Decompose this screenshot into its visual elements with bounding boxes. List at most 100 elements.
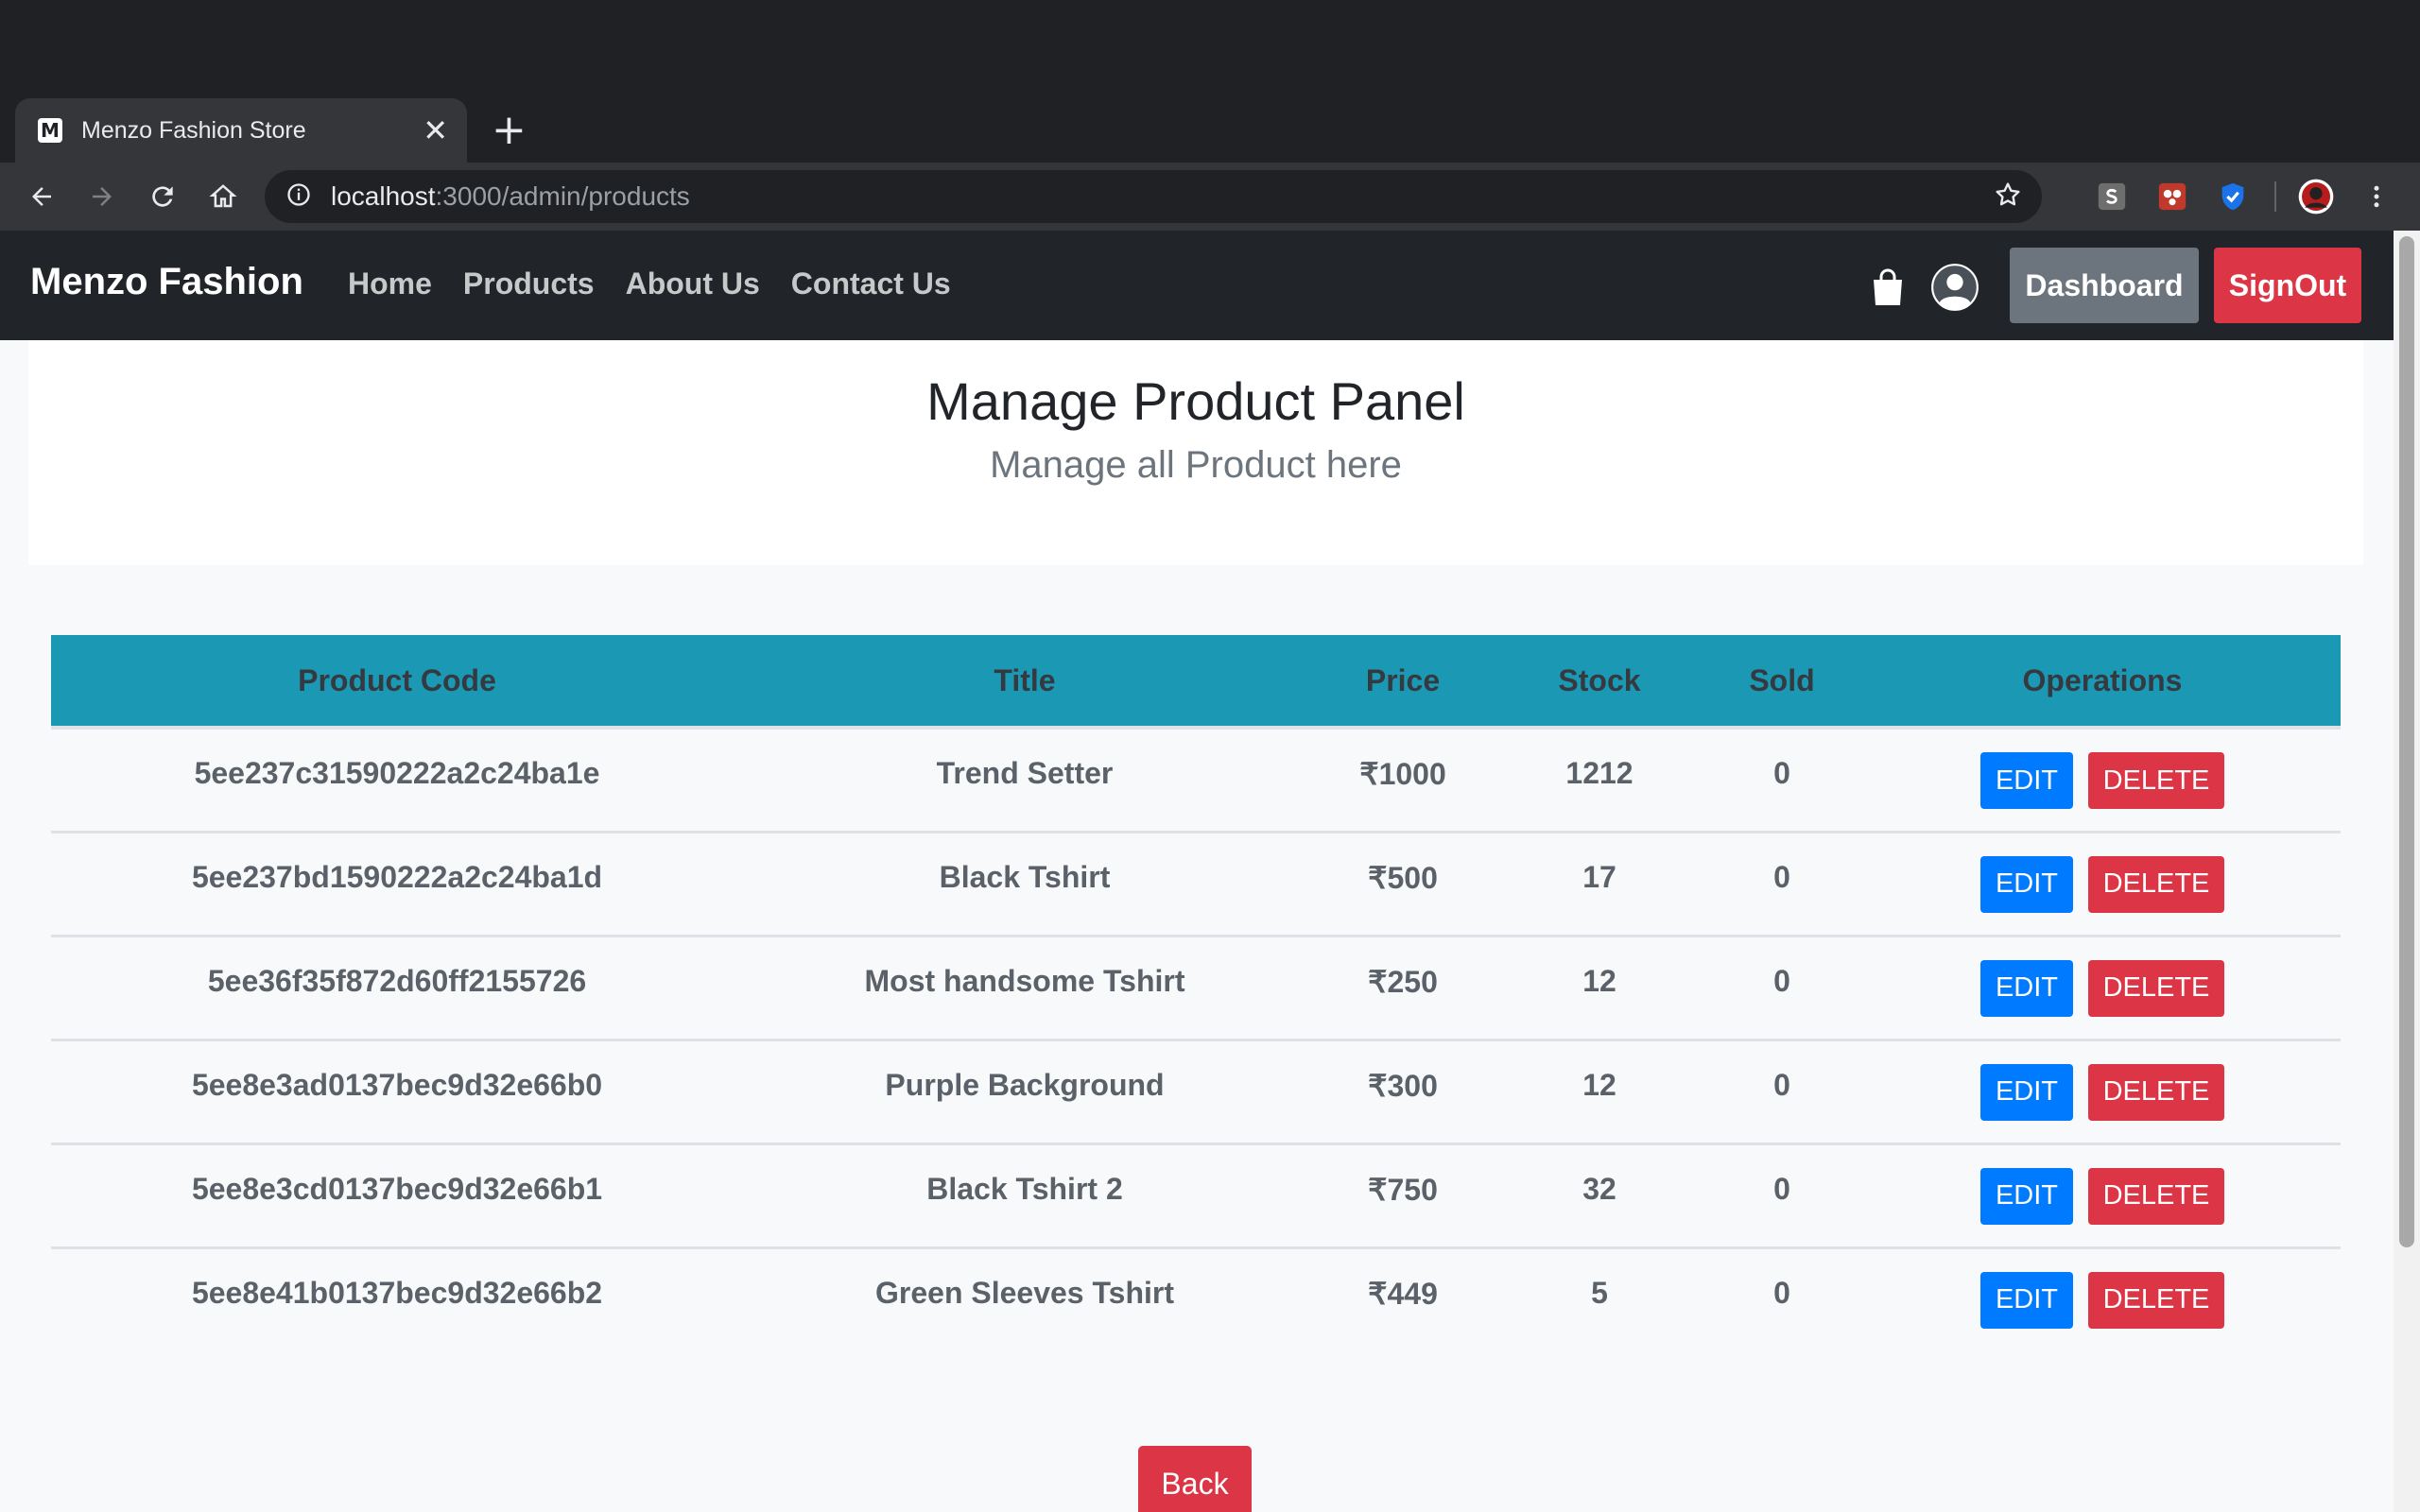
edit-button[interactable]: EDIT	[1980, 1271, 2073, 1329]
tab-close-icon[interactable]: ✕	[423, 115, 448, 146]
operations-cell: EDIT DELETE	[1864, 1040, 2341, 1145]
brand-logo[interactable]: Menzo Fashion	[30, 261, 303, 303]
table-header-row: Product Code Title Price Stock Sold Oper…	[51, 635, 2341, 730]
site-navbar: Menzo Fashion Home Products About Us Con…	[0, 231, 2394, 340]
product-code-cell: 5ee8e3ad0137bec9d32e66b0	[51, 1040, 743, 1145]
product-title-cell: Black Tshirt 2	[743, 1143, 1306, 1249]
toolbar-divider	[2274, 181, 2276, 212]
product-price-cell: ₹300	[1306, 1040, 1499, 1145]
star-icon[interactable]	[1993, 180, 2023, 215]
product-title-cell: Green Sleeves Tshirt	[875, 1275, 1174, 1310]
product-sold-cell: 0	[1700, 728, 1864, 833]
page-scrollbar[interactable]	[2394, 231, 2420, 1512]
url-host: localhost	[331, 181, 436, 211]
browser-toolbar: localhost:3000/admin/products	[0, 163, 2420, 231]
column-header-product-code: Product Code	[51, 635, 743, 730]
product-sold-cell: 0	[1700, 832, 1864, 937]
tab-title: Menzo Fashion Store	[81, 116, 306, 144]
product-sold-cell: 0	[1700, 1040, 1864, 1145]
nav-link-about-us[interactable]: About Us	[626, 266, 760, 301]
table-row: 5ee237bd1590222a2c24ba1d Black Tshirt ₹5…	[51, 832, 2341, 937]
product-code-cell: 5ee237bd1590222a2c24ba1d	[51, 832, 743, 937]
table-row: 5ee8e41b0137bec9d32e66b2 Green Sleeves T…	[51, 1247, 2341, 1351]
nav-links: Home Products About Us Contact Us	[348, 266, 982, 301]
dashboard-button[interactable]: Dashboard	[2010, 248, 2199, 323]
edit-button[interactable]: EDIT	[1980, 752, 2073, 809]
column-header-sold: Sold	[1700, 635, 1864, 730]
shield-icon[interactable]	[2212, 176, 2254, 217]
page-title: Manage Product Panel	[926, 371, 1465, 431]
new-tab-icon[interactable]: +	[492, 106, 527, 155]
product-title-cell: Purple Background	[743, 1040, 1306, 1145]
more-icon[interactable]	[2356, 176, 2397, 217]
nav-link-products[interactable]: Products	[463, 266, 595, 301]
product-code-cell: 5ee8e41b0137bec9d32e66b2	[191, 1275, 603, 1310]
scrollbar-thumb[interactable]	[2399, 236, 2414, 1247]
operations-cell: EDIT DELETE	[1864, 832, 2341, 937]
product-price-cell: ₹500	[1306, 832, 1499, 937]
operations-cell: EDIT DELETE	[1864, 936, 2341, 1041]
nav-link-home[interactable]: Home	[348, 266, 432, 301]
edit-button[interactable]: EDIT	[1980, 1167, 2073, 1225]
product-code-cell: 5ee36f35f872d60ff2155726	[51, 936, 743, 1041]
table-row: 5ee237c31590222a2c24ba1e Trend Setter ₹1…	[51, 728, 2341, 833]
product-code-cell: 5ee237c31590222a2c24ba1e	[51, 728, 743, 833]
table-row: 5ee8e3ad0137bec9d32e66b0 Purple Backgrou…	[51, 1040, 2341, 1145]
reload-icon[interactable]	[138, 172, 187, 221]
url-text[interactable]: localhost:3000/admin/products	[331, 181, 1993, 212]
product-title-cell: Trend Setter	[743, 728, 1306, 833]
home-icon[interactable]	[199, 172, 248, 221]
operations-cell: EDIT DELETE	[1864, 1247, 2341, 1351]
column-header-stock: Stock	[1499, 635, 1700, 730]
product-stock-cell: 17	[1499, 832, 1700, 937]
browser-tabstrip: M Menzo Fashion Store ✕ +	[0, 0, 2420, 163]
operations-cell: EDIT DELETE	[1864, 728, 2341, 833]
delete-button[interactable]: DELETE	[2088, 855, 2224, 913]
forward-arrow-icon[interactable]	[78, 172, 127, 221]
product-stock-cell: 12	[1499, 936, 1700, 1041]
shopping-bag-icon[interactable]	[1872, 268, 1904, 311]
user-icon[interactable]	[1930, 263, 1979, 317]
product-sold-cell: 0	[1700, 936, 1864, 1041]
address-bar[interactable]: localhost:3000/admin/products	[265, 170, 2042, 223]
product-stock-cell: 1212	[1499, 728, 1700, 833]
delete-button[interactable]: DELETE	[2088, 1063, 2224, 1121]
table-row: 5ee8e3cd0137bec9d32e66b1 Black Tshirt 2 …	[51, 1143, 2341, 1249]
operations-cell: EDIT DELETE	[1864, 1143, 2341, 1249]
product-price-cell: ₹750	[1306, 1143, 1499, 1249]
tab-favicon-icon: M	[38, 118, 62, 143]
product-stock-cell: 12	[1499, 1040, 1700, 1145]
column-header-operations: Operations	[1864, 635, 2341, 730]
extension-red-icon[interactable]	[2152, 176, 2193, 217]
url-path: :3000/admin/products	[435, 181, 690, 211]
product-title-cell: Black Tshirt	[743, 832, 1306, 937]
browser-tab[interactable]: M Menzo Fashion Store ✕	[15, 98, 467, 163]
column-header-title: Title	[743, 635, 1306, 730]
delete-button[interactable]: DELETE	[2088, 752, 2224, 809]
table-row: 5ee36f35f872d60ff2155726 Most handsome T…	[51, 936, 2341, 1041]
edit-button[interactable]: EDIT	[1980, 1063, 2073, 1121]
signout-button[interactable]: SignOut	[2214, 248, 2361, 323]
delete-button[interactable]: DELETE	[2088, 1271, 2224, 1329]
extension-s-icon[interactable]	[2091, 176, 2133, 217]
product-stock-cell: 5	[1591, 1275, 1608, 1310]
page-content: Menzo Fashion Home Products About Us Con…	[0, 231, 2394, 1512]
product-code-cell: 5ee8e3cd0137bec9d32e66b1	[51, 1143, 743, 1249]
page-header: Manage Product Panel Manage all Product …	[28, 340, 2363, 565]
column-header-price: Price	[1306, 635, 1499, 730]
products-table: Product Code Title Price Stock Sold Oper…	[51, 635, 2341, 1351]
page-subtitle: Manage all Product here	[990, 444, 1402, 486]
edit-button[interactable]: EDIT	[1980, 855, 2073, 913]
edit-button[interactable]: EDIT	[1980, 959, 2073, 1017]
info-icon[interactable]	[285, 181, 312, 213]
nav-link-contact-us[interactable]: Contact Us	[791, 266, 951, 301]
product-price-cell: ₹250	[1306, 936, 1499, 1041]
delete-button[interactable]: DELETE	[2088, 959, 2224, 1017]
product-title-cell: Most handsome Tshirt	[743, 936, 1306, 1041]
product-price-cell: ₹449	[1368, 1276, 1438, 1311]
product-price-cell: ₹1000	[1306, 728, 1499, 833]
profile-avatar[interactable]	[2295, 176, 2337, 217]
back-arrow-icon[interactable]	[17, 172, 66, 221]
back-button[interactable]: Back	[1138, 1446, 1252, 1512]
delete-button[interactable]: DELETE	[2088, 1167, 2224, 1225]
